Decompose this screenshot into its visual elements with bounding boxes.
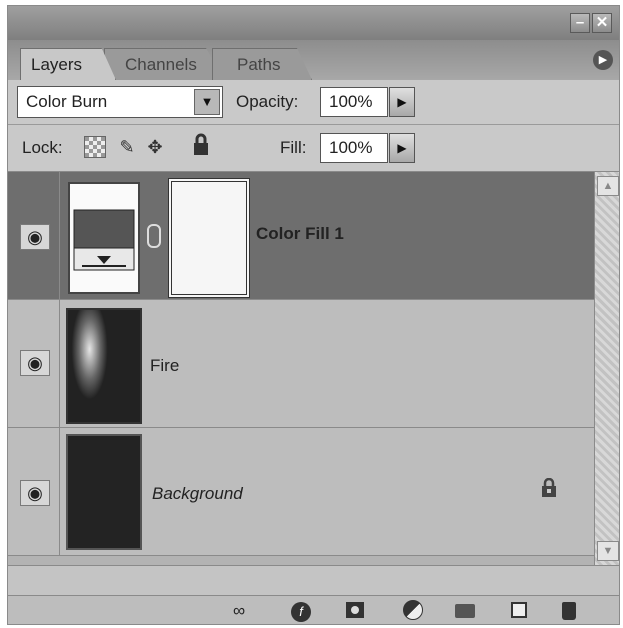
bottom-toolbar: ∞ f	[8, 595, 619, 624]
opacity-label: Opacity:	[236, 92, 299, 111]
lock-label: Lock:	[22, 138, 63, 157]
link-layers-icon[interactable]: ∞	[226, 600, 252, 622]
delete-layer-icon[interactable]	[556, 600, 582, 622]
eye-icon[interactable]: ◉	[20, 480, 50, 506]
layer-thumbnail[interactable]	[68, 182, 140, 294]
opacity-slider-button[interactable]: ▶	[389, 87, 415, 117]
empty-layer-area	[8, 565, 619, 596]
vertical-scrollbar[interactable]: ▲ ▼	[594, 172, 619, 565]
blend-mode-select[interactable]: Color Burn ▼	[17, 86, 223, 118]
scroll-up-icon[interactable]: ▲	[597, 176, 619, 196]
lock-row: Lock: ✎ ✥ Fill: 100% ▶	[8, 125, 619, 172]
blend-mode-value: Color Burn	[26, 92, 108, 111]
tab-bar: Layers Channels Paths ▶	[8, 40, 619, 80]
adjustment-layer-icon[interactable]	[400, 600, 426, 622]
new-group-icon[interactable]	[452, 600, 478, 622]
visibility-column: ◉	[8, 300, 60, 427]
visibility-column: ◉	[8, 428, 60, 555]
chevron-down-icon[interactable]: ▼	[194, 89, 220, 115]
eye-icon[interactable]: ◉	[20, 350, 50, 376]
layer-row-background[interactable]: ◉ Background	[8, 428, 594, 556]
layers-panel: – ✕ Layers Channels Paths ▶ Color Burn ▼…	[7, 5, 620, 625]
layer-thumbnail[interactable]	[66, 434, 142, 550]
blend-row: Color Burn ▼ Opacity: 100% ▶	[8, 80, 619, 125]
lock-all-icon[interactable]	[190, 133, 212, 155]
close-button[interactable]: ✕	[592, 13, 612, 33]
tab-layers[interactable]: Layers	[20, 48, 116, 80]
new-layer-icon[interactable]	[506, 600, 532, 622]
layer-mask-icon[interactable]	[342, 600, 368, 622]
layer-row-fire[interactable]: ◉ Fire	[8, 300, 594, 428]
lock-position-icon[interactable]: ✥	[144, 136, 166, 158]
tab-paths[interactable]: Paths	[212, 48, 312, 80]
panel-menu-icon[interactable]: ▶	[593, 50, 613, 70]
minimize-button[interactable]: –	[570, 13, 590, 33]
scroll-down-icon[interactable]: ▼	[597, 541, 619, 561]
visibility-column: ◉	[8, 172, 60, 299]
layer-mask-thumbnail[interactable]	[168, 178, 250, 298]
fill-label: Fill:	[280, 138, 307, 157]
layers-list: ◉ Color Fill 1 ◉ Fire ◉ Background	[8, 172, 594, 565]
fill-slider-button[interactable]: ▶	[389, 133, 415, 163]
panel-title-bar[interactable]: – ✕	[8, 6, 619, 40]
layer-name[interactable]: Color Fill 1	[256, 224, 344, 244]
chain-link-icon[interactable]	[147, 224, 161, 248]
layer-thumbnail[interactable]	[66, 308, 142, 424]
layer-name[interactable]: Background	[152, 484, 243, 504]
eye-icon[interactable]: ◉	[20, 224, 50, 250]
tab-channels[interactable]: Channels	[104, 48, 224, 80]
lock-image-pixels-icon[interactable]: ✎	[116, 136, 138, 158]
layer-row-color-fill[interactable]: ◉ Color Fill 1	[8, 172, 594, 300]
lock-icon	[540, 477, 558, 503]
layer-style-icon[interactable]: f	[288, 600, 314, 622]
opacity-field[interactable]: 100%	[320, 87, 388, 117]
fill-field[interactable]: 100%	[320, 133, 388, 163]
lock-transparent-pixels-icon[interactable]	[84, 136, 106, 158]
layer-name[interactable]: Fire	[150, 356, 179, 376]
